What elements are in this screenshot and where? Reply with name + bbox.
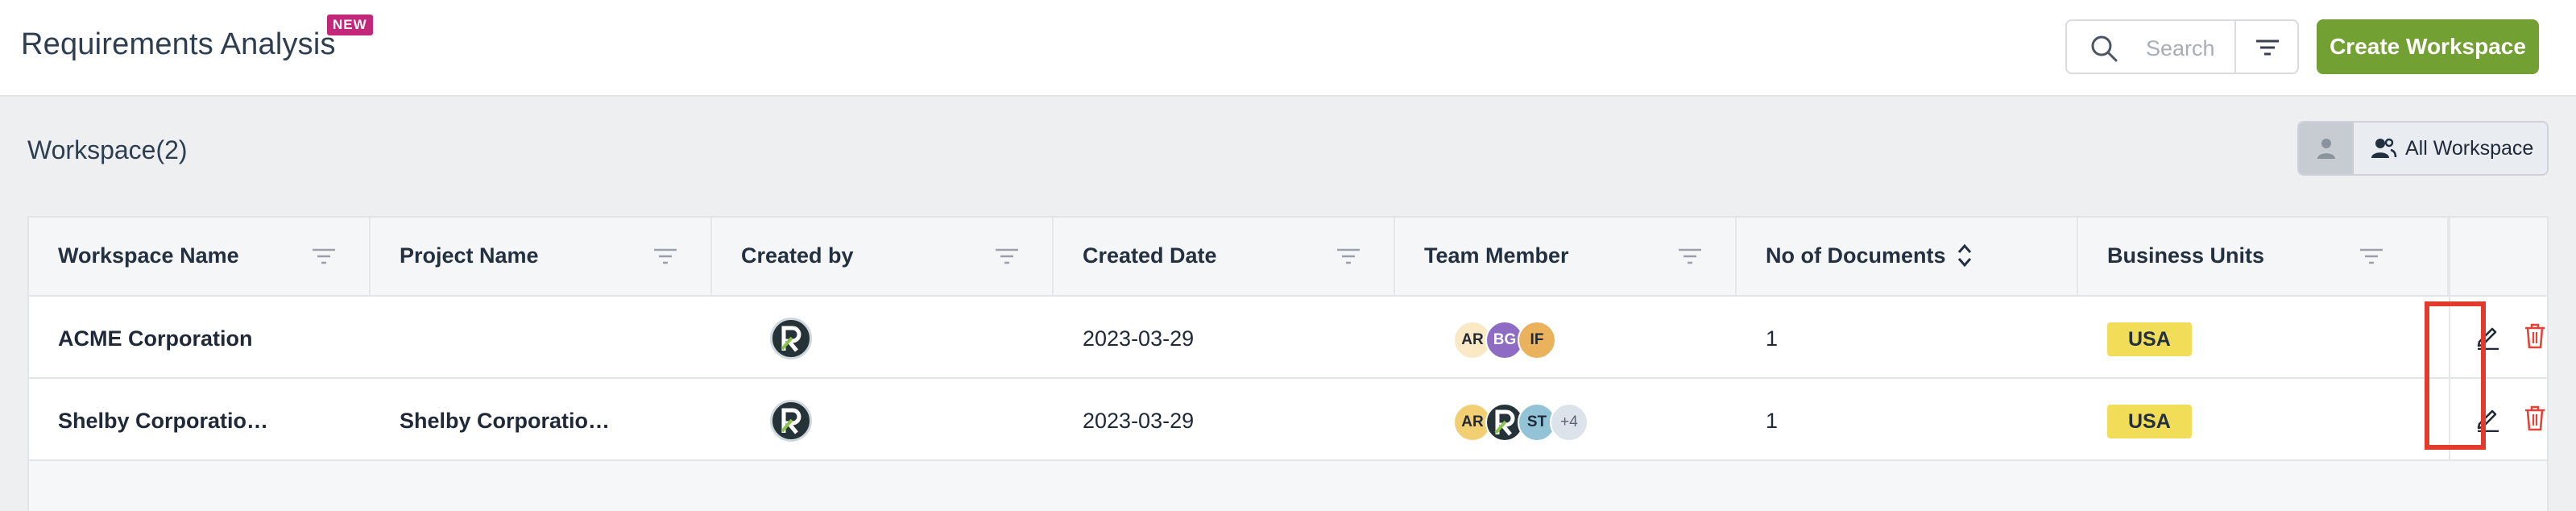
- search-placeholder: Search: [2146, 36, 2215, 60]
- more-members-badge[interactable]: +4: [1550, 403, 1588, 442]
- delete-icon[interactable]: [2523, 405, 2547, 432]
- create-workspace-button[interactable]: Create Workspace: [2317, 19, 2539, 74]
- table-header: Workspace Name Project Name Created by C…: [29, 218, 2547, 297]
- workspace-name: ACME Corporation: [58, 326, 253, 351]
- column-label: Created Date: [1083, 243, 1217, 268]
- sort-icon[interactable]: [1957, 243, 1972, 268]
- member-avatar[interactable]: IF: [1518, 321, 1556, 359]
- workspace-name-cell[interactable]: ACME Corporation: [29, 297, 371, 377]
- filter-button[interactable]: [2234, 19, 2299, 74]
- all-workspace-toggle[interactable]: All Workspace: [2354, 123, 2547, 174]
- filter-icon[interactable]: [994, 245, 1020, 268]
- top-header: Requirements Analysis NEW Search Create …: [0, 0, 2576, 97]
- business-unit-cell: USA: [2078, 297, 2449, 377]
- user-icon: [2317, 139, 2335, 159]
- search-input[interactable]: Search: [2065, 19, 2236, 74]
- my-workspace-toggle[interactable]: [2299, 123, 2354, 174]
- creator-avatar: [770, 400, 812, 442]
- documents-cell: 1: [1737, 379, 2078, 459]
- team-member-cell: AR BG IF: [1395, 297, 1737, 377]
- column-team-member[interactable]: Team Member: [1395, 218, 1737, 295]
- column-label: Created by: [741, 243, 854, 268]
- creator-avatar: [770, 318, 812, 359]
- workspace-name: Shelby Corporatio…: [58, 409, 269, 433]
- created-date-cell: 2023-03-29: [1054, 379, 1395, 459]
- column-created-by[interactable]: Created by: [712, 218, 1054, 295]
- filter-icon[interactable]: [1336, 245, 1361, 268]
- table-row[interactable]: Shelby Corporatio… Shelby Corporatio… 20…: [29, 379, 2547, 461]
- logo-icon: [1494, 409, 1515, 436]
- edit-highlight-box: [2425, 301, 2486, 450]
- users-icon: [2371, 138, 2397, 158]
- logo-icon: [781, 408, 801, 434]
- workspace-name-cell[interactable]: Shelby Corporatio…: [29, 379, 371, 459]
- created-date: 2023-03-29: [1083, 409, 1195, 433]
- filter-icon[interactable]: [652, 245, 678, 268]
- column-label: No of Documents: [1766, 243, 1946, 268]
- column-created-date[interactable]: Created Date: [1054, 218, 1395, 295]
- created-by-cell: [712, 297, 1054, 377]
- business-unit-badge: USA: [2107, 322, 2192, 356]
- filter-icon[interactable]: [1677, 245, 1703, 268]
- workspace-view-toggle[interactable]: All Workspace: [2297, 121, 2549, 176]
- document-count: 1: [1766, 326, 1779, 351]
- filter-icon: [2256, 39, 2279, 56]
- business-unit-cell: USA: [2078, 379, 2449, 459]
- column-project-name[interactable]: Project Name: [371, 218, 712, 295]
- created-date-cell: 2023-03-29: [1054, 297, 1395, 377]
- project-name-cell[interactable]: Shelby Corporatio…: [371, 379, 712, 459]
- column-label: Business Units: [2107, 243, 2265, 268]
- workspace-count-title: Workspace(2): [27, 135, 188, 164]
- new-badge: NEW: [327, 15, 373, 35]
- business-unit-badge: USA: [2107, 405, 2192, 438]
- column-label: Team Member: [1424, 243, 1569, 268]
- delete-icon[interactable]: [2523, 322, 2547, 350]
- column-label: Workspace Name: [58, 243, 239, 268]
- filter-icon[interactable]: [2359, 245, 2384, 268]
- all-workspace-label: All Workspace: [2405, 137, 2534, 160]
- documents-cell: 1: [1737, 297, 2078, 377]
- created-by-cell: [712, 379, 1054, 459]
- team-member-cell: AR ST +4: [1395, 379, 1737, 459]
- column-no-of-documents[interactable]: No of Documents: [1737, 218, 2078, 295]
- page-title: Requirements Analysis: [21, 27, 336, 61]
- column-label: Project Name: [400, 243, 539, 268]
- document-count: 1: [1766, 409, 1779, 433]
- table-row[interactable]: ACME Corporation 2023-03-29 AR BG IF 1 U…: [29, 297, 2547, 379]
- table-footer-area: [29, 461, 2547, 511]
- filter-icon[interactable]: [311, 245, 337, 268]
- column-workspace-name[interactable]: Workspace Name: [29, 218, 371, 295]
- created-date: 2023-03-29: [1083, 326, 1195, 351]
- search-icon: [2091, 35, 2118, 62]
- logo-icon: [781, 326, 801, 352]
- workspace-table: Workspace Name Project Name Created by C…: [27, 216, 2549, 511]
- column-business-units[interactable]: Business Units: [2078, 218, 2449, 295]
- project-name: Shelby Corporatio…: [400, 409, 611, 433]
- project-name-cell: [371, 297, 712, 377]
